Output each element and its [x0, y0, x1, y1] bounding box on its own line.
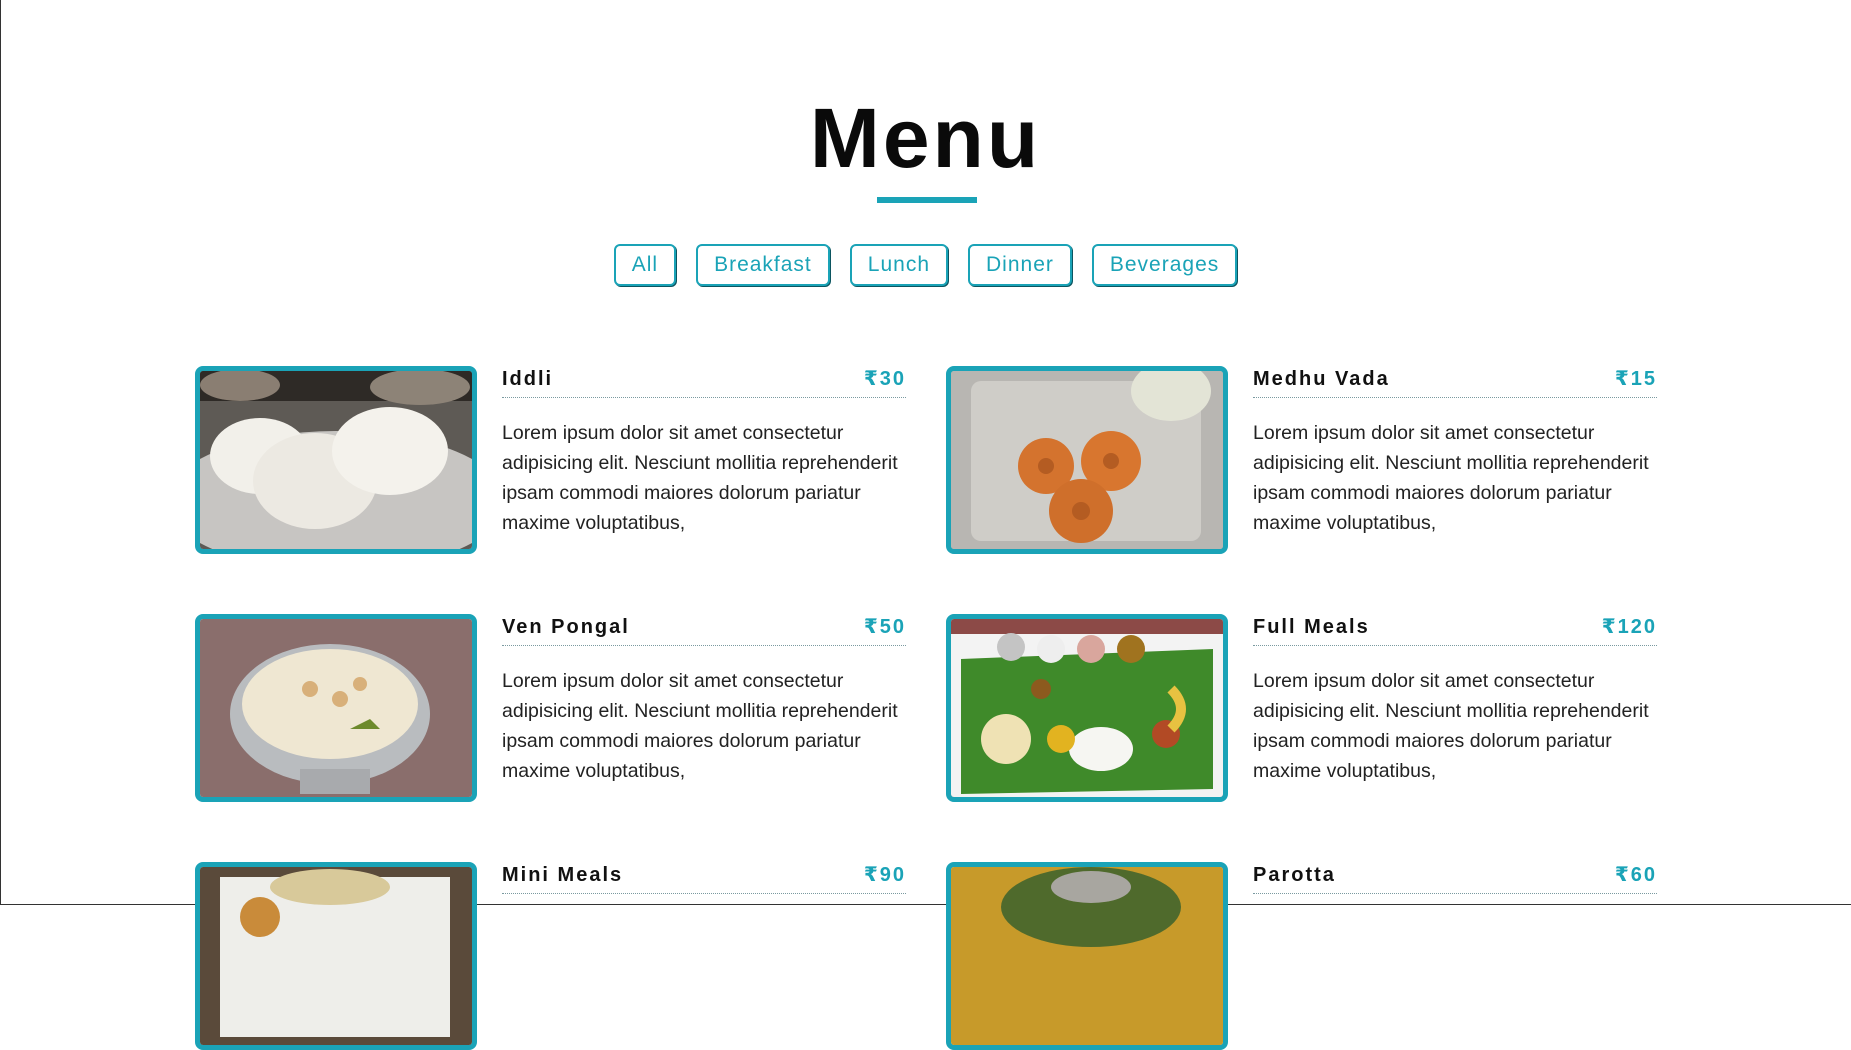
item-info: Iddli ₹30 Lorem ipsum dolor sit amet con…	[502, 366, 906, 554]
item-price: ₹60	[1614, 864, 1657, 886]
item-description: Lorem ipsum dolor sit amet consectetur a…	[1253, 670, 1649, 782]
menu-item: Mini Meals ₹90	[195, 862, 906, 1050]
parotta-photo	[946, 862, 1228, 1050]
filter-dinner-button[interactable]: Dinner	[968, 244, 1072, 286]
item-header: Medhu Vada ₹15	[1253, 366, 1657, 398]
menu-item: Medhu Vada ₹15 Lorem ipsum dolor sit ame…	[946, 366, 1657, 554]
title-underline	[877, 197, 977, 203]
item-header: Ven Pongal ₹50	[502, 614, 906, 646]
item-price: ₹15	[1614, 368, 1657, 390]
item-header: Full Meals ₹120	[1253, 614, 1657, 646]
item-name: Full Meals	[1253, 616, 1370, 638]
menu-item: Ven Pongal ₹50 Lorem ipsum dolor sit ame…	[195, 614, 906, 802]
item-price: ₹30	[863, 368, 906, 390]
item-price: ₹120	[1601, 616, 1657, 638]
medhu-vada-photo	[946, 366, 1228, 554]
item-description: Lorem ipsum dolor sit amet consectetur a…	[1253, 422, 1649, 534]
item-info: Medhu Vada ₹15 Lorem ipsum dolor sit ame…	[1253, 366, 1657, 554]
item-header: Parotta ₹60	[1253, 862, 1657, 894]
item-name: Parotta	[1253, 864, 1336, 886]
filter-lunch-button[interactable]: Lunch	[849, 244, 948, 286]
item-price: ₹50	[863, 616, 906, 638]
item-info: Ven Pongal ₹50 Lorem ipsum dolor sit ame…	[502, 614, 906, 802]
item-name: Iddli	[502, 368, 554, 390]
item-price: ₹90	[863, 864, 906, 886]
menu-item: Full Meals ₹120 Lorem ipsum dolor sit am…	[946, 614, 1657, 802]
item-name: Ven Pongal	[502, 616, 630, 638]
item-description: Lorem ipsum dolor sit amet consectetur a…	[502, 422, 898, 534]
item-description: Lorem ipsum dolor sit amet consectetur a…	[502, 670, 898, 782]
item-name: Mini Meals	[502, 864, 624, 886]
filter-all-button[interactable]: All	[613, 244, 677, 286]
full-meals-photo	[946, 614, 1228, 802]
filter-beverages-button[interactable]: Beverages	[1091, 244, 1238, 286]
ven-pongal-photo	[195, 614, 477, 802]
mini-meals-photo	[195, 862, 477, 1050]
page-title: Menu	[809, 91, 1042, 185]
item-name: Medhu Vada	[1253, 368, 1390, 390]
filter-breakfast-button[interactable]: Breakfast	[696, 244, 830, 286]
item-header: Iddli ₹30	[502, 366, 906, 398]
item-info: Mini Meals ₹90	[502, 862, 906, 1050]
menu-grid: Iddli ₹30 Lorem ipsum dolor sit amet con…	[195, 366, 1657, 1050]
item-info: Parotta ₹60	[1253, 862, 1657, 1050]
item-info: Full Meals ₹120 Lorem ipsum dolor sit am…	[1253, 614, 1657, 802]
iddli-photo	[195, 366, 477, 554]
filter-bar: All Breakfast Lunch Dinner Beverages	[0, 244, 1851, 286]
item-header: Mini Meals ₹90	[502, 862, 906, 894]
menu-item: Parotta ₹60	[946, 862, 1657, 1050]
menu-item: Iddli ₹30 Lorem ipsum dolor sit amet con…	[195, 366, 906, 554]
